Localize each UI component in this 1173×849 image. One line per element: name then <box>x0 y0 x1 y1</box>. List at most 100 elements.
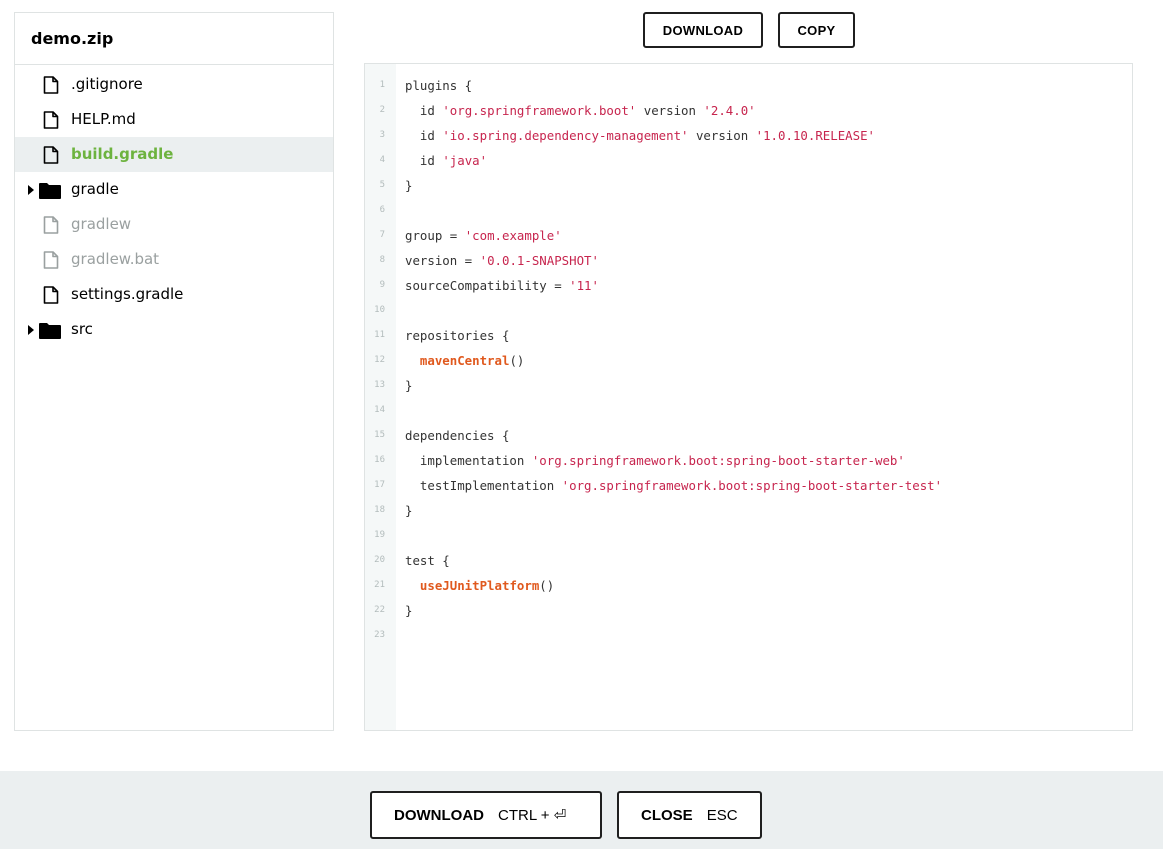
code-line: 14 <box>365 398 1132 423</box>
text-token: testImplementation <box>405 478 562 493</box>
code-text: repositories { <box>405 323 509 348</box>
copy-button-label: COPY <box>797 22 836 38</box>
tree-item-label: gradle <box>71 180 119 198</box>
string-token: 'org.springframework.boot' <box>442 103 637 118</box>
line-number: 8 <box>379 255 385 265</box>
line-number: 23 <box>374 630 385 640</box>
code-text: testImplementation 'org.springframework.… <box>405 473 942 498</box>
tree-item-gradlew-bat[interactable]: gradlew.bat <box>15 242 333 277</box>
caret-right-icon[interactable] <box>27 185 35 195</box>
line-number: 19 <box>374 530 385 540</box>
file-icon <box>43 251 59 269</box>
tree-item-settings-gradle[interactable]: settings.gradle <box>15 277 333 312</box>
folder-icon <box>39 183 61 199</box>
text-token: sourceCompatibility = <box>405 278 570 293</box>
code-line: 6 <box>365 198 1132 223</box>
code-line: 5} <box>365 173 1132 198</box>
code-text: sourceCompatibility = '11' <box>405 273 599 298</box>
code-lines: 1 plugins { 2 id 'org.springframework.boot… <box>365 73 1132 648</box>
close-button-label: CLOSE <box>641 806 693 824</box>
copy-button[interactable]: COPY <box>778 12 855 48</box>
text-token: } <box>405 178 413 193</box>
line-number: 22 <box>374 605 385 615</box>
code-text: } <box>405 173 412 198</box>
text-token: () <box>509 353 525 368</box>
tree-item-build-gradle[interactable]: build.gradle <box>15 137 333 172</box>
download-button[interactable]: DOWNLOAD <box>643 12 763 48</box>
file-tree-panel: demo.zip .gitignore HELP.md build.gradle gr… <box>14 12 334 731</box>
function-token: mavenCentral <box>419 353 510 368</box>
download-shortcut-hint: CTRL + ⏎ <box>498 807 567 824</box>
line-number: 12 <box>374 355 385 365</box>
code-line: 16 implementation 'org.springframework.b… <box>365 448 1132 473</box>
text-token: version = <box>405 253 480 268</box>
text-token: id <box>405 153 443 168</box>
code-line: 17 testImplementation 'org.springframewo… <box>365 473 1132 498</box>
code-line: 12 mavenCentral() <box>365 348 1132 373</box>
line-number: 1 <box>379 80 385 90</box>
tree-item-src[interactable]: src <box>15 312 333 347</box>
string-token: 'io.spring.dependency-management' <box>442 128 689 143</box>
code-line: 7 group = 'com.example' <box>365 223 1132 248</box>
tree-item-gitignore[interactable]: .gitignore <box>15 67 333 102</box>
text-token: version <box>636 103 704 118</box>
caret-right-icon[interactable] <box>27 325 35 335</box>
tree-item-label: HELP.md <box>71 110 136 128</box>
tree-item-gradle[interactable]: gradle <box>15 172 333 207</box>
file-icon <box>43 216 59 234</box>
footer-download-button[interactable]: DOWNLOAD CTRL + ⏎ <box>370 791 602 839</box>
text-token: dependencies { <box>405 428 510 443</box>
line-number: 3 <box>379 130 385 140</box>
string-token: 'com.example' <box>464 228 562 243</box>
text-token: implementation <box>405 453 532 468</box>
code-text: version = '0.0.1-SNAPSHOT' <box>405 248 599 273</box>
file-icon <box>43 76 59 94</box>
file-icon <box>43 286 59 304</box>
text-token: } <box>405 603 413 618</box>
string-token: 'org.springframework.boot:spring-boot-st… <box>531 453 905 468</box>
text-token: plugins { <box>405 78 473 93</box>
archive-title: demo.zip <box>15 13 333 65</box>
close-button[interactable]: CLOSE ESC <box>617 791 762 839</box>
line-number: 13 <box>374 380 385 390</box>
code-text: } <box>405 498 412 523</box>
tree-item-gradlew[interactable]: gradlew <box>15 207 333 242</box>
tree-item-label: settings.gradle <box>71 285 184 303</box>
line-number: 5 <box>379 180 385 190</box>
code-line: 3 id 'io.spring.dependency-management' v… <box>365 123 1132 148</box>
line-number: 7 <box>379 230 385 240</box>
text-token: () <box>539 578 555 593</box>
text-token: version <box>688 128 756 143</box>
line-number: 17 <box>374 480 385 490</box>
code-line: 10 <box>365 298 1132 323</box>
file-icon <box>43 146 59 164</box>
text-token: id <box>405 103 443 118</box>
code-line: 8 version = '0.0.1-SNAPSHOT' <box>365 248 1132 273</box>
code-line: 1 plugins { <box>365 73 1132 98</box>
line-number: 21 <box>374 580 385 590</box>
tree-item-help-md[interactable]: HELP.md <box>15 102 333 137</box>
code-text: } <box>405 598 412 623</box>
download-button-label: DOWNLOAD <box>662 22 744 38</box>
code-line: 15 dependencies { <box>365 423 1132 448</box>
close-shortcut-hint: ESC <box>706 806 738 824</box>
text-token: repositories { <box>405 328 510 343</box>
code-line: 19 <box>365 523 1132 548</box>
string-token: 'java' <box>442 153 488 168</box>
tree-item-label: gradlew.bat <box>71 250 160 268</box>
line-number: 16 <box>374 455 385 465</box>
code-line: 9 sourceCompatibility = '11' <box>365 273 1132 298</box>
code-line: 20 test { <box>365 548 1132 573</box>
code-line: 18} <box>365 498 1132 523</box>
text-token: } <box>405 378 413 393</box>
line-number: 15 <box>374 430 385 440</box>
line-number: 2 <box>379 105 385 115</box>
file-icon <box>43 111 59 129</box>
file-tree-list: .gitignore HELP.md build.gradle gradle gradl… <box>15 65 333 347</box>
code-text: id 'org.springframework.boot' version '2… <box>405 98 756 123</box>
tree-item-label: build.gradle <box>71 145 174 163</box>
code-text: mavenCentral() <box>405 348 524 373</box>
code-text: useJUnitPlatform() <box>405 573 554 598</box>
code-text: implementation 'org.springframework.boot… <box>405 448 905 473</box>
